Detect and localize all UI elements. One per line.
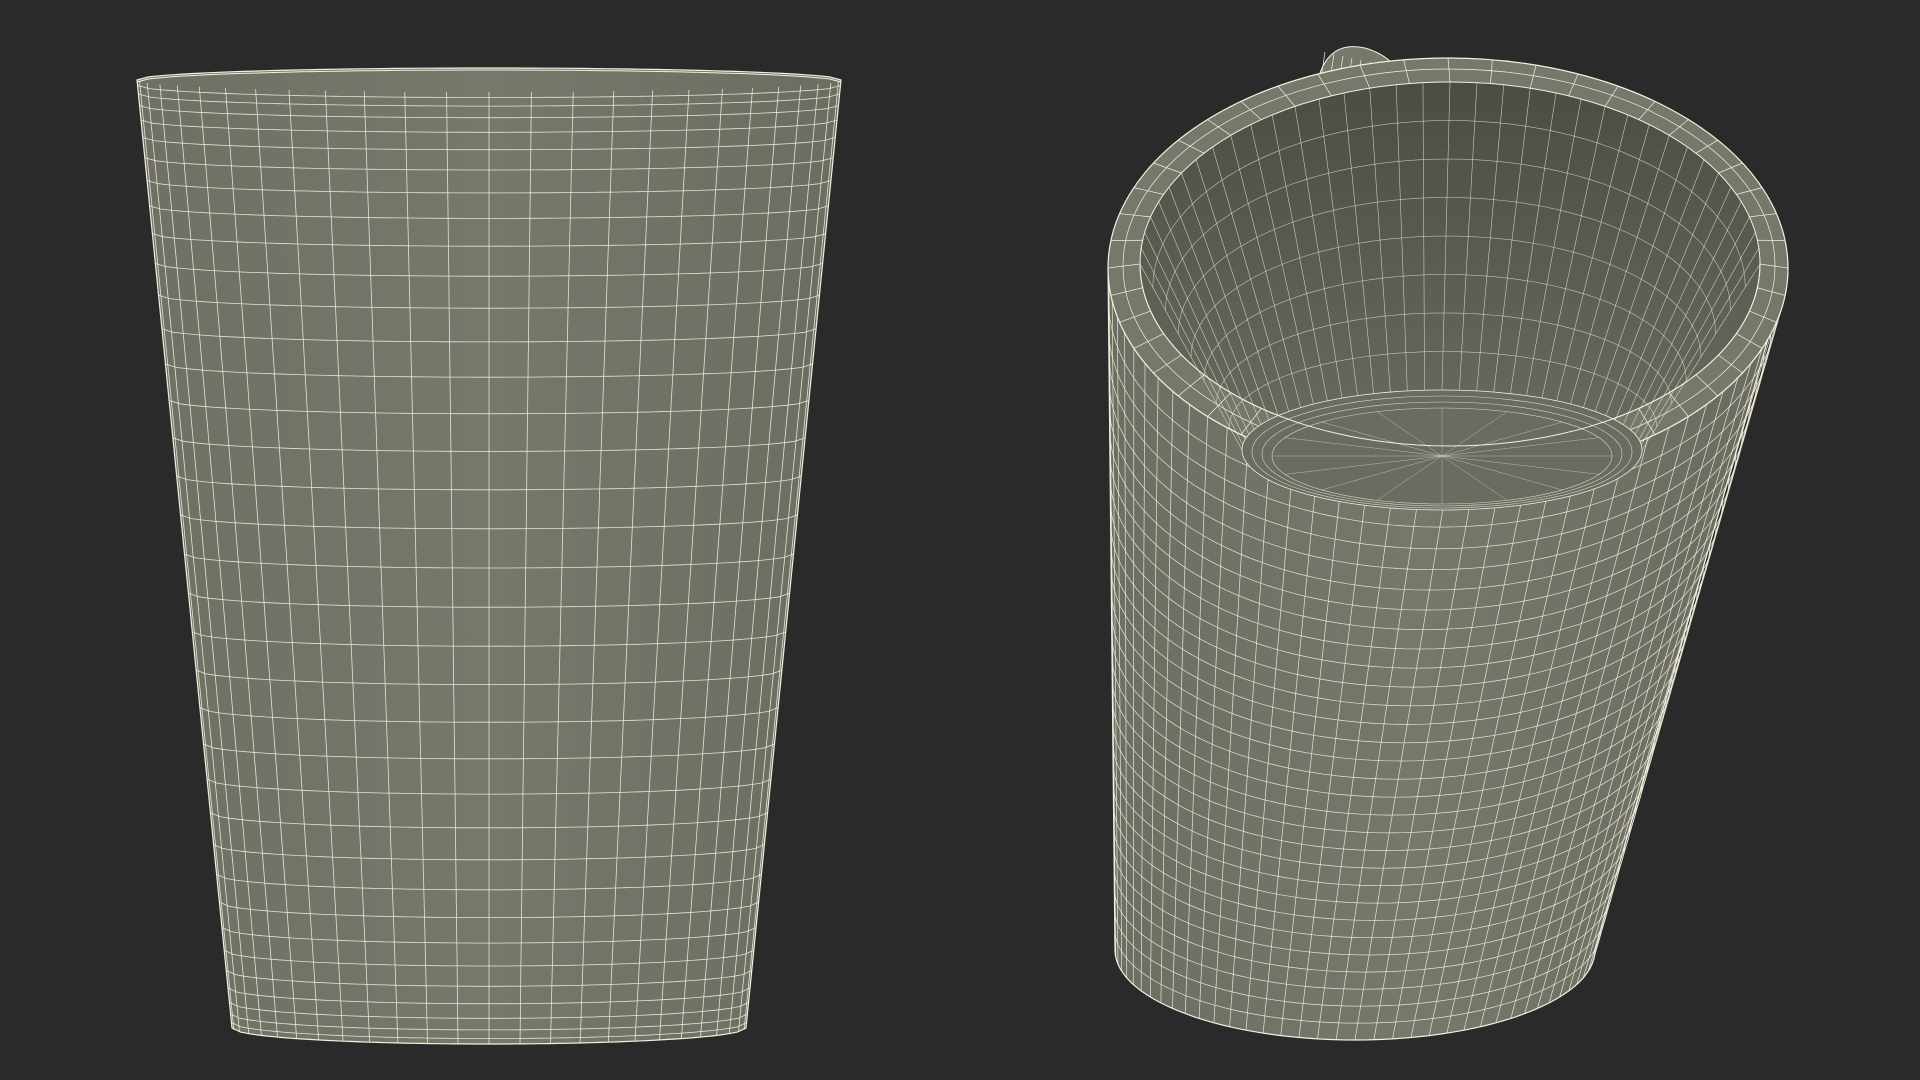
perspective-top-view: [960, 0, 1920, 1080]
mug-front-wireframe: [136, 67, 842, 1045]
mug-perspective-wireframe: [1107, 46, 1789, 1041]
front-orthographic-view: [0, 0, 960, 1080]
render-canvas: [0, 0, 1920, 1080]
